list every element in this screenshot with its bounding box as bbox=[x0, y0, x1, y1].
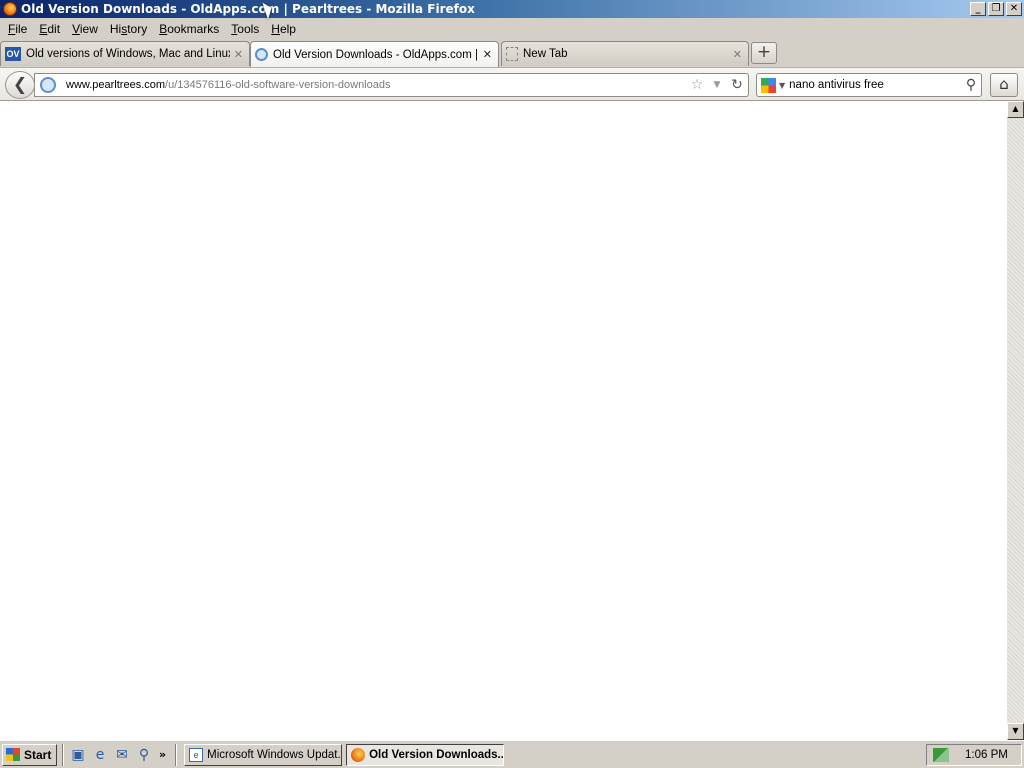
new-tab-button[interactable]: + bbox=[751, 42, 777, 64]
firefox-icon bbox=[3, 2, 17, 16]
menu-tools[interactable]: Tools bbox=[225, 22, 265, 36]
site-identity-icon[interactable] bbox=[40, 77, 56, 93]
quicklaunch-chevron-icon[interactable]: » bbox=[159, 748, 166, 761]
taskbar-separator bbox=[62, 743, 64, 766]
internet-explorer-icon[interactable]: e bbox=[90, 745, 110, 765]
start-label: Start bbox=[24, 747, 52, 762]
search-input[interactable]: nano antivirus free bbox=[789, 79, 961, 91]
system-tray: 1:06 PM bbox=[926, 744, 1022, 766]
search-quicklaunch-icon[interactable]: ⚲ bbox=[134, 745, 154, 765]
url-text[interactable]: www.pearltrees.com/u/134576116-old-softw… bbox=[66, 79, 688, 91]
windows-logo-icon bbox=[6, 748, 20, 761]
url-history-dropdown-icon[interactable]: ▼ bbox=[708, 80, 726, 90]
tab-strip: OV Old versions of Windows, Mac and Linu… bbox=[0, 39, 1024, 67]
tab-oldversion[interactable]: OV Old versions of Windows, Mac and Linu… bbox=[0, 41, 250, 66]
menu-file[interactable]: File bbox=[2, 22, 33, 36]
tab-label: Old versions of Windows, Mac and Linux .… bbox=[26, 48, 230, 60]
taskbar-separator bbox=[175, 743, 178, 766]
tab-label: New Tab bbox=[523, 48, 568, 60]
network-tray-icon[interactable] bbox=[933, 748, 949, 762]
taskbar: Start ▣ e ✉ ⚲ » e Microsoft Windows Upda… bbox=[0, 740, 1024, 768]
back-button[interactable]: ❮ bbox=[5, 71, 35, 99]
search-bar[interactable]: ▼ nano antivirus free ⚲ bbox=[756, 73, 982, 97]
google-engine-icon[interactable] bbox=[761, 77, 776, 93]
menu-history[interactable]: History bbox=[104, 22, 153, 36]
navigation-toolbar: www.pearltrees.com/u/134576116-old-softw… bbox=[0, 67, 1024, 101]
start-button[interactable]: Start bbox=[2, 743, 57, 766]
restore-button[interactable]: ❐ bbox=[988, 2, 1004, 16]
minimize-button[interactable]: _ bbox=[970, 2, 986, 16]
url-bar[interactable]: www.pearltrees.com/u/134576116-old-softw… bbox=[34, 73, 749, 97]
show-desktop-icon[interactable]: ▣ bbox=[68, 745, 88, 765]
bookmark-star-icon[interactable]: ☆ bbox=[688, 77, 706, 93]
tab-close-icon[interactable]: ✕ bbox=[483, 48, 492, 61]
title-bar[interactable]: Old Version Downloads - OldApps.com | Pe… bbox=[0, 0, 1024, 18]
home-button[interactable]: ⌂ bbox=[990, 73, 1018, 97]
window-title: Old Version Downloads - OldApps.com | Pe… bbox=[21, 2, 475, 16]
vertical-scrollbar[interactable]: ▲ ▼ bbox=[1007, 101, 1024, 740]
scroll-down-button[interactable]: ▼ bbox=[1007, 723, 1024, 740]
menu-bookmarks[interactable]: Bookmarks bbox=[153, 22, 225, 36]
tab-new-tab[interactable]: New Tab ✕ bbox=[501, 41, 749, 66]
taskbar-button-label: Microsoft Windows Updat... bbox=[207, 748, 343, 761]
page-content[interactable] bbox=[0, 101, 1007, 740]
menu-view[interactable]: View bbox=[66, 22, 104, 36]
search-icon[interactable]: ⚲ bbox=[961, 77, 981, 93]
menu-edit[interactable]: Edit bbox=[33, 22, 66, 36]
pearltrees-favicon-icon bbox=[255, 48, 268, 61]
taskbar-button-label: Old Version Downloads... bbox=[369, 748, 505, 761]
tab-close-icon[interactable]: ✕ bbox=[234, 48, 243, 61]
firefox-icon bbox=[351, 747, 366, 762]
menu-help[interactable]: Help bbox=[265, 22, 302, 36]
window-controls: _ ❐ ✕ bbox=[970, 2, 1022, 16]
reload-icon[interactable]: ↻ bbox=[728, 77, 746, 93]
tab-oldapps-pearltrees[interactable]: Old Version Downloads - OldApps.com | P.… bbox=[250, 41, 499, 67]
blank-page-icon bbox=[506, 47, 518, 61]
search-engine-dropdown-icon[interactable]: ▼ bbox=[779, 81, 785, 90]
menu-bar: File Edit View History Bookmarks Tools H… bbox=[0, 18, 1024, 39]
oldversion-favicon-icon: OV bbox=[5, 47, 21, 61]
internet-explorer-icon: e bbox=[189, 747, 204, 762]
close-button[interactable]: ✕ bbox=[1006, 2, 1022, 16]
tab-label: Old Version Downloads - OldApps.com | P.… bbox=[273, 48, 479, 61]
clock[interactable]: 1:06 PM bbox=[965, 749, 1008, 761]
tab-close-icon[interactable]: ✕ bbox=[733, 48, 742, 61]
scroll-up-button[interactable]: ▲ bbox=[1007, 101, 1024, 118]
taskbar-button-firefox[interactable]: Old Version Downloads... bbox=[346, 743, 505, 766]
taskbar-button-windows-update[interactable]: e Microsoft Windows Updat... bbox=[184, 743, 343, 766]
outlook-express-icon[interactable]: ✉ bbox=[112, 745, 132, 765]
